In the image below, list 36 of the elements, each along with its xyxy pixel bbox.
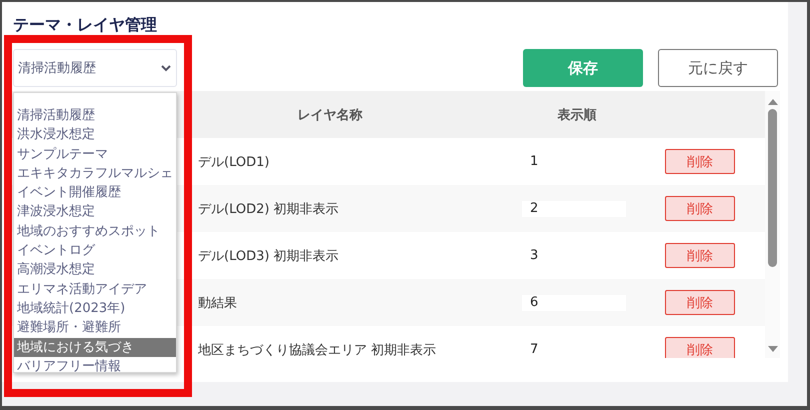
dropdown-option[interactable]: 清掃活動履歴 xyxy=(14,106,176,126)
dropdown-option[interactable]: エリマネ活動アイデア xyxy=(14,280,176,299)
dropdown-option[interactable]: 洪水浸水想定 xyxy=(14,125,176,145)
dropdown-option[interactable]: 地域における気づき xyxy=(14,338,176,357)
order-input[interactable]: 2 xyxy=(522,200,626,216)
delete-button[interactable]: 削除 xyxy=(665,149,735,174)
dropdown-option[interactable]: 地域統計(2023年) xyxy=(14,298,176,318)
dropdown-option[interactable]: 地域のおすすめスポット xyxy=(14,222,176,242)
chevron-down-icon xyxy=(161,64,171,72)
delete-button[interactable]: 削除 xyxy=(665,337,735,358)
dropdown-option[interactable]: イベント開催履歴 xyxy=(14,183,176,202)
layer-name-cell-text: デル(LOD3) 初期非表示 xyxy=(198,248,340,264)
page-title: テーマ・レイヤ管理 xyxy=(12,14,158,36)
column-header: レイヤ名称 xyxy=(296,106,364,124)
column-header: 表示順 xyxy=(556,106,598,124)
scrollbar[interactable] xyxy=(765,91,780,358)
dropdown-option[interactable]: エキキタカラフルマルシェ xyxy=(14,164,176,184)
layer-name-cell-text: 地区まちづくり協議会エリア 初期非表示 xyxy=(198,342,438,358)
layer-name-cell-text: デル(LOD1) xyxy=(198,154,270,170)
delete-button[interactable]: 削除 xyxy=(665,196,735,221)
layer-name-cell-text: デル(LOD2) 初期非表示 xyxy=(198,200,340,218)
dropdown-option[interactable]: 津波浸水想定 xyxy=(14,202,176,222)
layer-name-cell-text: 動結果 xyxy=(198,294,238,312)
dropdown-option[interactable]: 避難場所・避難所 xyxy=(14,318,176,338)
revert-button[interactable]: 元に戻す xyxy=(658,49,778,87)
theme-select[interactable]: 清掃活動履歴 xyxy=(13,49,177,87)
delete-button[interactable]: 削除 xyxy=(665,243,735,268)
dropdown-option[interactable]: イベントログ xyxy=(14,241,176,260)
delete-button[interactable]: 削除 xyxy=(665,290,735,315)
dropdown-option[interactable]: バリアフリー情報 xyxy=(14,356,176,376)
scroll-down-icon[interactable] xyxy=(768,346,778,352)
order-input[interactable]: 6 xyxy=(522,294,626,310)
scroll-up-icon[interactable] xyxy=(768,99,778,105)
dropdown-option[interactable]: 高潮浸水想定 xyxy=(14,260,176,280)
scrollbar-thumb[interactable] xyxy=(768,109,777,267)
dropdown-option[interactable]: サンプルテーマ xyxy=(14,144,176,164)
